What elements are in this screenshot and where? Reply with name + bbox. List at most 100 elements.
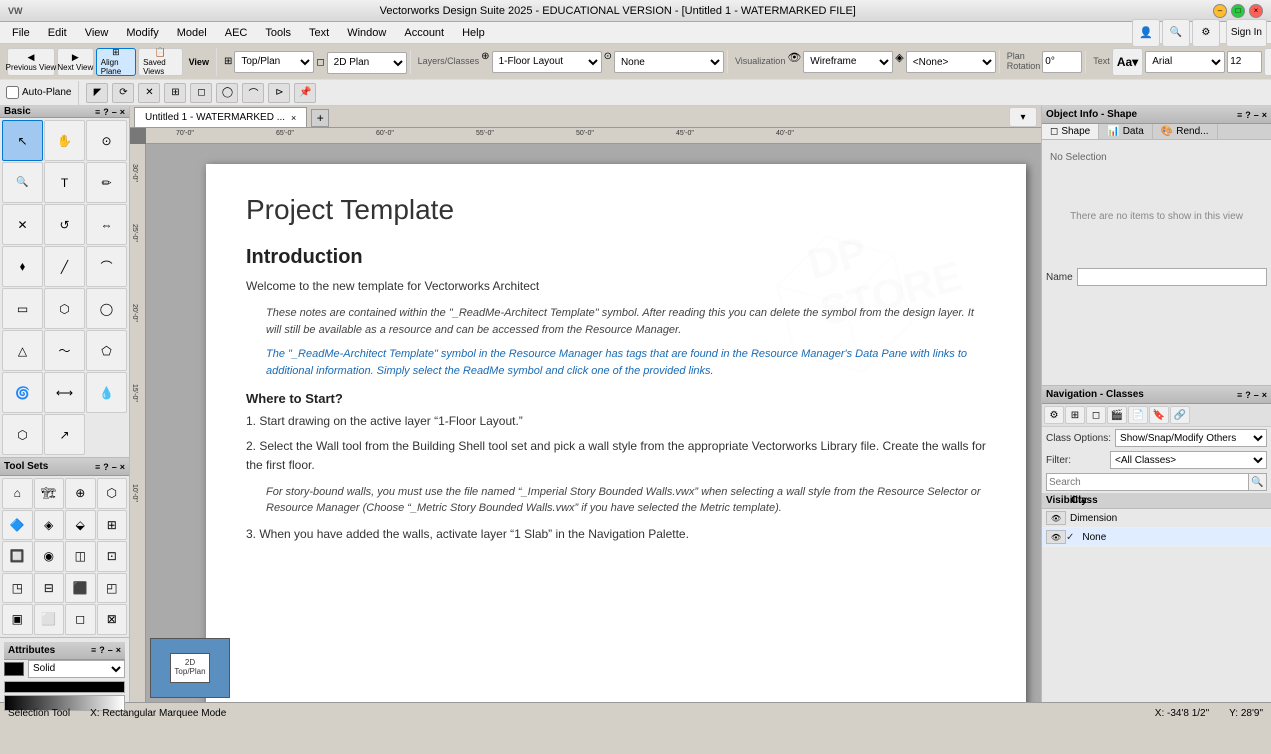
menu-account[interactable]: Account — [396, 25, 452, 41]
ts-arch11[interactable]: ◫ — [65, 541, 96, 572]
eyedrop-tool[interactable]: 💧 — [86, 372, 127, 413]
nav-search-button[interactable]: 🔍 — [1249, 473, 1267, 491]
mode-btn-1[interactable]: ⟳ — [112, 83, 134, 103]
nav-btn-savedviews[interactable]: 🔖 — [1149, 406, 1169, 424]
line-tool[interactable]: ╱ — [44, 246, 85, 287]
mode-btn-5[interactable]: ◯ — [216, 83, 238, 103]
sign-in-button[interactable]: Sign In — [1226, 19, 1267, 47]
settings-button[interactable]: ⚙ — [1192, 19, 1220, 47]
arc-tool[interactable]: ⌒ — [86, 246, 127, 287]
ts-arch10[interactable]: ◉ — [34, 541, 65, 572]
ts-arch14[interactable]: ⊟ — [34, 573, 65, 604]
attr-tool[interactable]: ⬡ — [2, 414, 43, 455]
nav-close-icon[interactable]: × — [1262, 390, 1267, 400]
add-tab-button[interactable]: + — [311, 109, 329, 127]
ts-arch17[interactable]: ▣ — [2, 604, 33, 635]
ts-close-icon[interactable]: × — [120, 462, 125, 472]
nav-btn-sheets[interactable]: 📄 — [1128, 406, 1148, 424]
close-button[interactable]: × — [1249, 4, 1263, 18]
nav-btn-scenes[interactable]: 🎬 — [1107, 406, 1127, 424]
ts-arch9[interactable]: 🔲 — [2, 541, 33, 572]
ts-arch19[interactable]: ◻ — [65, 604, 96, 635]
obj-menu-icon[interactable]: ≡ — [1237, 110, 1242, 120]
menu-window[interactable]: Window — [339, 25, 394, 41]
menu-help[interactable]: Help — [454, 25, 493, 41]
rect-tool[interactable]: ▭ — [2, 288, 43, 329]
dim-tool[interactable]: ⟷ — [44, 372, 85, 413]
ts-arch6[interactable]: ◈ — [34, 510, 65, 541]
obj-close-icon[interactable]: × — [1262, 110, 1267, 120]
ts-menu-icon[interactable]: ≡ — [95, 462, 100, 472]
orbit-tool[interactable]: ⊙ — [86, 120, 127, 161]
font-select[interactable]: Arial — [1145, 51, 1225, 73]
arrow-tool[interactable]: ↗ — [44, 414, 85, 455]
view-select[interactable]: Top/Plan — [234, 51, 314, 73]
attr-menu-icon[interactable]: ≡ — [91, 645, 96, 655]
filter-select[interactable]: <All Classes> — [1110, 451, 1267, 469]
attr-close-icon[interactable]: × — [116, 645, 121, 655]
ts-arch7[interactable]: ⬙ — [65, 510, 96, 541]
autoplane-check[interactable]: Auto-Plane — [6, 86, 71, 99]
vertices-tool[interactable]: ⬧ — [2, 246, 43, 287]
saved-views-button[interactable]: 📋 Saved Views — [138, 48, 183, 76]
text-tool[interactable]: T — [44, 162, 85, 203]
menu-modify[interactable]: Modify — [118, 25, 166, 41]
tab-close-icon[interactable]: × — [291, 113, 296, 123]
panel-close-icon[interactable]: × — [120, 107, 125, 117]
menu-aec[interactable]: AEC — [217, 25, 256, 41]
ellipse-tool[interactable]: ◯ — [86, 288, 127, 329]
menu-file[interactable]: File — [4, 25, 38, 41]
tab-menu-button[interactable]: ▾ — [1009, 107, 1037, 127]
nav-help-icon[interactable]: ? — [1245, 390, 1251, 400]
zoom-tool[interactable]: 🔍 — [2, 162, 43, 203]
next-view-button[interactable]: ▶ Next View — [57, 48, 94, 76]
ts-arch18[interactable]: ⬜ — [34, 604, 65, 635]
mode-btn-6[interactable]: ⌒ — [242, 83, 264, 103]
nav-btn-layers[interactable]: ⊞ — [1065, 406, 1085, 424]
layer-select[interactable]: 1-Floor Layout — [492, 51, 602, 73]
ts-arch16[interactable]: ◰ — [97, 573, 128, 604]
align-plane-button[interactable]: ⊞ Align Plane — [96, 48, 136, 76]
nav-class-dimension[interactable]: Dimension — [1066, 513, 1267, 524]
fill-type-select[interactable]: Solid — [28, 660, 125, 678]
data-tab[interactable]: 📊 Data — [1099, 124, 1153, 139]
font-size-input[interactable] — [1227, 51, 1262, 73]
ts-arch12[interactable]: ⊡ — [97, 541, 128, 572]
attr-help-icon[interactable]: ? — [99, 645, 105, 655]
crop-tool[interactable]: ✕ — [2, 204, 43, 245]
ts-arch8[interactable]: ⊞ — [97, 510, 128, 541]
search-toolbar-button[interactable]: 🔍 — [1162, 19, 1190, 47]
ts-arch2[interactable]: 🏗 — [34, 478, 65, 509]
previous-view-button[interactable]: ◀ Previous View — [7, 48, 55, 76]
none-select[interactable]: <None> — [906, 51, 996, 73]
spiral-tool[interactable]: 🌀 — [2, 372, 43, 413]
irregular-tool[interactable]: ⬠ — [86, 330, 127, 371]
mode-btn-4[interactable]: ◻ — [190, 83, 212, 103]
panel-collapse-icon[interactable]: – — [112, 107, 117, 117]
mode-btn-0[interactable]: ◤ — [86, 83, 108, 103]
pan-tool[interactable]: ✋ — [44, 120, 85, 161]
nav-collapse-icon[interactable]: – — [1254, 390, 1259, 400]
class-select[interactable]: None — [614, 51, 724, 73]
nav-eye-none[interactable]: 👁 — [1046, 530, 1066, 544]
nav-class-none[interactable]: None — [1078, 532, 1267, 543]
nav-eye-dimension[interactable]: 👁 — [1046, 511, 1066, 525]
menu-model[interactable]: Model — [169, 25, 215, 41]
canvas-area[interactable]: 70'-0" 65'-0" 60'-0" 55'-0" 50'-0" 45'-0… — [130, 128, 1041, 702]
panel-menu-icon[interactable]: ≡ — [95, 107, 100, 117]
nav-btn-settings[interactable]: ⚙ — [1044, 406, 1064, 424]
maximize-button[interactable]: □ — [1231, 4, 1245, 18]
panel-help-icon[interactable]: ? — [103, 107, 109, 117]
bold-button[interactable]: B — [1264, 48, 1271, 76]
select-tool[interactable]: ↖ — [2, 120, 43, 161]
nav-btn-refs[interactable]: 🔗 — [1170, 406, 1190, 424]
active-tab[interactable]: Untitled 1 - WATERMARKED ... × — [134, 107, 307, 127]
autoplane-checkbox[interactable] — [6, 86, 19, 99]
ts-help-icon[interactable]: ? — [103, 462, 109, 472]
ts-arch13[interactable]: ◳ — [2, 573, 33, 604]
plan-select[interactable]: 2D Plan — [327, 52, 407, 74]
brush-tool[interactable]: ✏ — [86, 162, 127, 203]
mode-btn-7[interactable]: ⊳ — [268, 83, 290, 103]
mirror-tool[interactable]: ⇔ — [86, 204, 127, 245]
ts-arch5[interactable]: 🔷 — [2, 510, 33, 541]
